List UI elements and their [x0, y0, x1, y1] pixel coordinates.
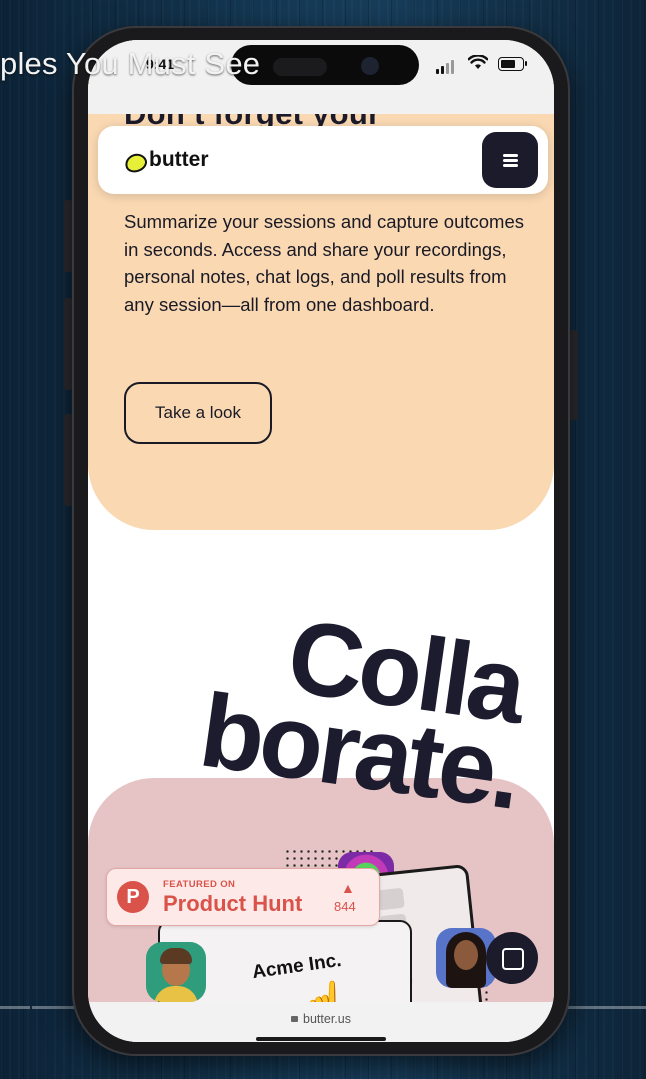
badge-featured-label: FEATURED ON [163, 879, 236, 890]
product-hunt-badge[interactable]: P FEATURED ON Product Hunt ▲ 844 [106, 868, 380, 926]
hamburger-icon [503, 154, 518, 157]
butter-logo-icon[interactable] [122, 150, 150, 176]
chat-support-button[interactable] [486, 932, 538, 984]
browser-address-bar[interactable]: butter.us [88, 1002, 554, 1042]
phone-power-button [569, 330, 578, 420]
upvote-arrow-icon: ▲ [341, 880, 355, 896]
take-a-look-button[interactable]: Take a look [124, 382, 272, 444]
site-navbar: butter [98, 126, 548, 194]
video-title: ples You Must See [0, 46, 261, 81]
wifi-icon [468, 55, 488, 69]
phone-frame: 9:41 Don’t forget your butter [72, 26, 570, 1056]
brand-name[interactable]: butter [149, 148, 209, 172]
section-description: Summarize your sessions and capture outc… [124, 211, 524, 315]
phone-screen: 9:41 Don’t forget your butter [88, 40, 554, 1042]
battery-icon [498, 57, 527, 71]
chat-icon [502, 948, 524, 970]
url-text: butter.us [303, 1012, 351, 1026]
lock-icon [291, 1016, 299, 1022]
avatar [146, 942, 206, 1002]
home-indicator[interactable] [256, 1037, 386, 1041]
product-hunt-logo-icon: P [117, 881, 149, 913]
badge-product-hunt-label: Product Hunt [163, 891, 303, 916]
upvote-count: 844 [334, 899, 356, 914]
front-camera-icon [361, 57, 379, 75]
cellular-signal-icon [436, 60, 454, 74]
menu-button[interactable] [482, 132, 538, 188]
